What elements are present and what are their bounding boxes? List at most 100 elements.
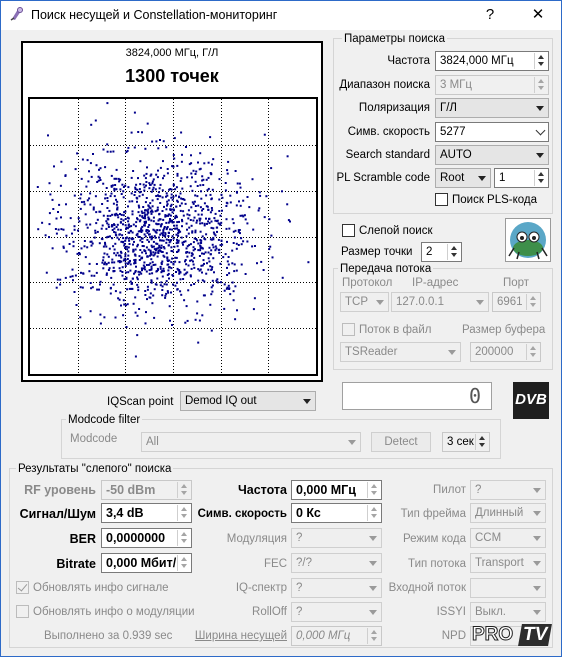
constellation-point (170, 246, 173, 249)
constellation-point (220, 193, 223, 196)
pl-mode-select[interactable]: Root (435, 168, 491, 188)
issyi-select[interactable]: Выкл. (470, 602, 546, 622)
iq-spectrum-select[interactable]: ? (291, 578, 382, 598)
constellation-point (170, 250, 173, 252)
help-button[interactable]: ? (468, 2, 512, 28)
constellation-point (126, 258, 129, 260)
buffer-size-spinner[interactable] (526, 344, 539, 360)
rf-level-spinner[interactable] (177, 482, 190, 498)
ip-select[interactable]: 127.0.0.1 (391, 292, 489, 312)
port-spinner[interactable] (526, 294, 539, 310)
rf-level-input[interactable]: -50 dBm (101, 480, 192, 500)
carrier-width-input[interactable]: 0,000 МГц (291, 626, 382, 646)
frequency-input[interactable]: 3824,000 МГц (435, 51, 549, 71)
constellation-point (202, 259, 205, 262)
constellation-point (106, 143, 109, 146)
mascot-icon[interactable] (505, 218, 551, 262)
bitrate-input[interactable]: 0,000 Мбит/ (101, 553, 192, 573)
result-frequency-input[interactable]: 0,000 МГц (291, 480, 382, 500)
pl-code-spinner[interactable] (534, 170, 547, 186)
constellation-point (159, 265, 162, 268)
constellation-point (92, 153, 94, 155)
frame-type-select[interactable]: Длинный (470, 503, 546, 523)
range-spinner[interactable] (534, 77, 547, 93)
result-frequency-value: 0,000 МГц (296, 483, 356, 497)
constellation-point (157, 191, 160, 194)
standard-select[interactable]: AUTO (435, 145, 549, 165)
constellation-point (252, 308, 255, 311)
constellation-point (191, 176, 193, 179)
constellation-point (186, 213, 189, 216)
protocol-select[interactable]: TCP (340, 292, 389, 312)
constellation-point (239, 232, 241, 235)
point-size-spinner[interactable] (447, 244, 460, 260)
fec-select[interactable]: ?/? (291, 553, 382, 573)
stream-type-select[interactable]: Transport (470, 553, 546, 573)
result-symrate-spinner[interactable] (367, 505, 380, 521)
constellation-point (189, 243, 192, 246)
constellation-point (258, 207, 261, 210)
reader-select[interactable]: TSReader (340, 342, 461, 362)
detect-button[interactable]: Detect (371, 432, 431, 452)
constellation-point (183, 198, 186, 201)
constellation-point (286, 203, 289, 206)
constellation-point (134, 296, 137, 299)
modulation-select[interactable]: ? (291, 528, 382, 548)
frame-type-label: Тип фрейма (400, 508, 466, 520)
constellation-point (134, 191, 137, 193)
constellation-point (102, 148, 105, 151)
constellation-point (226, 266, 228, 269)
code-mode-select[interactable]: CCM (470, 528, 546, 548)
bitrate-spinner[interactable] (177, 555, 190, 571)
snr-input[interactable]: 3,4 dB (101, 503, 192, 523)
pls-search-checkbox[interactable] (435, 193, 448, 206)
blind-search-checkbox[interactable] (342, 224, 355, 237)
constellation-point (210, 329, 213, 332)
input-stream-select[interactable] (470, 578, 546, 598)
iq-scan-point-select[interactable]: Demod IQ out (180, 391, 316, 411)
constellation-point (106, 214, 109, 217)
constellation-point (219, 262, 222, 265)
constellation-point (179, 209, 182, 212)
ber-spinner[interactable] (177, 530, 190, 546)
range-input[interactable]: 3 МГц (435, 75, 549, 95)
constellation-point (111, 258, 114, 261)
carrier-width-spinner[interactable] (367, 628, 380, 644)
constellation-point (179, 278, 182, 281)
modulation-label: Модуляция (226, 533, 287, 545)
constellation-point (205, 217, 207, 220)
constellation-point (137, 289, 140, 292)
ber-input[interactable]: 0,0000000 (101, 528, 192, 548)
constellation-point (117, 297, 120, 300)
stream-to-file-checkbox[interactable] (342, 323, 355, 336)
rolloff-select[interactable]: ? (291, 602, 382, 622)
constellation-point (235, 204, 238, 207)
buffer-size-input[interactable]: 200000 (470, 342, 541, 362)
port-input[interactable]: 6961 (492, 292, 541, 312)
update-signal-checkbox[interactable] (16, 581, 29, 594)
result-symrate-input[interactable]: 0 Кс (291, 503, 382, 523)
close-button[interactable]: ✕ (516, 2, 560, 28)
constellation-point (167, 244, 170, 247)
pilot-select[interactable]: ? (470, 480, 546, 500)
modcode-select[interactable]: All (141, 432, 361, 452)
frequency-spinner[interactable] (534, 53, 547, 69)
pl-mode-value: Root (440, 172, 465, 184)
result-frequency-spinner[interactable] (367, 482, 380, 498)
constellation-point (109, 235, 111, 238)
pl-code-input[interactable]: 1 (494, 168, 549, 188)
constellation-point (154, 263, 157, 266)
carrier-width-link[interactable]: Ширина несущей (190, 629, 287, 643)
polarization-select[interactable]: Г/Л (435, 98, 549, 118)
timeout-input[interactable]: 3 сек (442, 432, 490, 452)
update-mod-checkbox[interactable] (16, 605, 29, 618)
timeout-spinner[interactable] (475, 434, 488, 450)
constellation-point (193, 266, 196, 269)
constellation-point (112, 266, 115, 269)
point-size-input[interactable]: 2 (421, 242, 462, 262)
symrate-combo[interactable]: 5277 (435, 122, 549, 142)
snr-spinner[interactable] (177, 505, 190, 521)
chevron-down-icon (533, 561, 541, 566)
constellation-point (88, 197, 91, 200)
stream-type-value: Transport (475, 557, 524, 569)
